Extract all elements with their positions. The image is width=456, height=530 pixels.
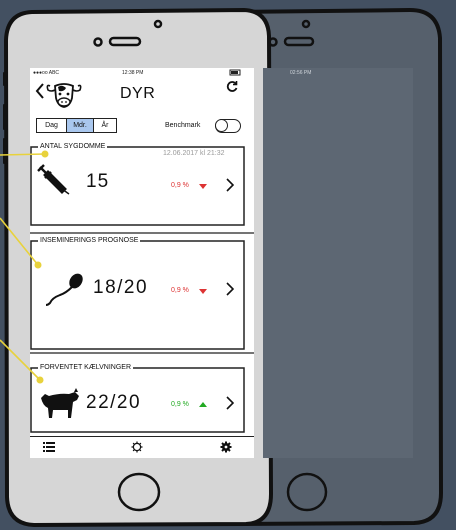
- annotation-lines: [0, 150, 49, 384]
